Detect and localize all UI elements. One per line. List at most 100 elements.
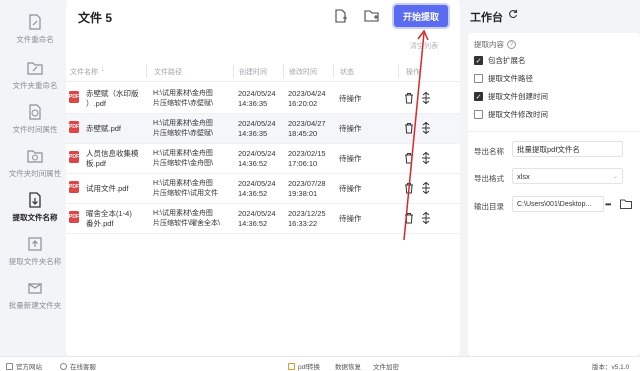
delete-icon[interactable]: [404, 122, 414, 134]
sidebar-item-extract-filename[interactable]: 提取文件名称: [0, 188, 70, 232]
drag-handle-icon[interactable]: [421, 212, 431, 224]
sidebar-item-file-time[interactable]: 文件时间属性: [0, 100, 70, 144]
checkbox-unchecked-icon[interactable]: [474, 110, 483, 119]
sidebar-item-label: 批量新建文件夹: [8, 301, 62, 310]
delete-icon[interactable]: [404, 212, 414, 224]
checkbox-checked-icon[interactable]: ✓: [474, 56, 483, 65]
pdf-convert-link[interactable]: pdf转换: [288, 361, 320, 371]
option-label: 提取文件路径: [488, 74, 533, 83]
sidebar-item-folder-time[interactable]: 文件夹时间属性: [0, 144, 70, 188]
export-name-label: 导出名称: [474, 147, 504, 156]
checkbox-unchecked-icon[interactable]: [474, 74, 483, 83]
option-label: 包含扩展名: [488, 56, 526, 65]
online-service-link[interactable]: 在线客服: [60, 361, 96, 371]
file-path-cell: H:\试用素材\金舟图 片压缩软件\试用文件: [153, 179, 233, 199]
refresh-icon[interactable]: [508, 9, 518, 19]
sort-arrow-icon[interactable]: ↓: [101, 66, 105, 73]
export-format-select[interactable]: xlsx ⌄: [512, 168, 623, 184]
drag-handle-icon[interactable]: [421, 152, 431, 164]
option-extract-path[interactable]: 提取文件路径: [474, 73, 533, 84]
add-file-button[interactable]: [332, 7, 350, 25]
table-row[interactable]: PDF 赤壁赋.pdf H:\试用素材\金舟图 片压缩软件\赤壁赋\ 2024/05/2…: [66, 114, 460, 144]
table-row[interactable]: PDF 曜舍全本(1-4) 番外.pdf H:\试用素材\金舟图 片压缩软件\曜舍全本\…: [66, 204, 460, 234]
file-name-line: 曜舍全本(1-4): [86, 209, 132, 218]
sidebar-item-extract-foldername[interactable]: 提取文件夹名称: [0, 232, 70, 276]
checkbox-checked-icon[interactable]: ✓: [474, 92, 483, 101]
option-label: 提取文件创建时间: [488, 92, 548, 101]
modified-time-cell: 2023/04/27 18:45:20: [288, 119, 333, 139]
column-header-path: 文件路径: [154, 69, 182, 76]
file-name-line: 板.pdf: [86, 159, 107, 168]
batch-new-folder-icon: [28, 282, 42, 294]
modified-time-line: 16:33:22: [288, 219, 318, 228]
status-cell: 待操作: [339, 214, 362, 223]
drag-handle-icon[interactable]: [421, 122, 431, 134]
data-recovery-link[interactable]: 数据恢复: [335, 361, 361, 371]
file-path-cell: H:\试用素材\金舟图 片压缩软件\曜舍全本\: [153, 209, 233, 229]
modified-time-line: 2023/04/24: [288, 89, 326, 98]
open-folder-icon[interactable]: [620, 199, 632, 209]
help-icon[interactable]: ?: [507, 40, 516, 49]
file-path-line: H:\试用素材\金舟图: [153, 90, 213, 97]
file-encrypt-link[interactable]: 文件加密: [373, 361, 399, 371]
file-name-line: 人员信息收集模: [86, 149, 139, 158]
delete-icon[interactable]: [404, 182, 414, 194]
created-time-line: 14:36:52: [238, 189, 268, 198]
delete-icon[interactable]: [404, 152, 414, 164]
file-path-line: 片压缩软件\曜舍全本\: [153, 220, 220, 227]
file-name-line: 试用文件.pdf: [86, 184, 129, 193]
drag-handle-icon[interactable]: [421, 182, 431, 194]
more-options-icon[interactable]: •••: [605, 196, 619, 212]
created-time-line: 14:36:52: [238, 159, 268, 168]
created-time-line: 14:36:35: [238, 99, 268, 108]
column-header-name[interactable]: 文件名称: [70, 67, 98, 77]
status-bar: 官方网站 在线客服 pdf转换 数据恢复 文件加密 版本：v5.1.0: [0, 356, 640, 371]
clear-list-link[interactable]: 清空列表: [410, 41, 438, 51]
headset-icon: [60, 362, 67, 370]
file-name-cell: 赤壁赋.pdf: [86, 124, 146, 134]
column-header-created: 创建时间: [239, 69, 267, 76]
option-extract-modified-time[interactable]: 提取文件修改时间: [474, 109, 548, 120]
file-name-line: ）.pdf: [86, 99, 107, 108]
drag-handle-icon[interactable]: [421, 92, 431, 104]
modified-time-line: 17:06:10: [288, 159, 318, 168]
created-time-cell: 2024/05/24 14:36:52: [238, 179, 283, 199]
option-extract-created-time[interactable]: ✓ 提取文件创建时间: [474, 91, 548, 102]
sidebar-item-label: 文件重命名: [16, 35, 54, 44]
created-time-line: 14:36:35: [238, 129, 268, 138]
option-label: 提取文件修改时间: [488, 110, 548, 119]
status-cell: 待操作: [339, 154, 362, 163]
sidebar-item-label: 文件夹时间属性: [8, 169, 62, 178]
file-list-panel: 文件 5 开始提取 清空列表 文件名称 ↓ 文件路径 创建时间 修改时间 状态 …: [66, 0, 460, 356]
chevron-down-icon: ⌄: [612, 174, 618, 180]
modified-time-line: 2023/12/25: [288, 209, 326, 218]
file-path-line: H:\试用素材\金舟图: [153, 180, 213, 187]
sidebar-item-label: 文件夹重命名: [12, 81, 58, 90]
created-time-line: 2024/05/24: [238, 119, 276, 128]
column-header-actions: 操作: [406, 69, 420, 76]
modified-time-line: 19:38:01: [288, 189, 318, 198]
column-header-status: 状态: [340, 69, 354, 76]
delete-icon[interactable]: [404, 92, 414, 104]
table-row[interactable]: PDF 人员信息收集模 板.pdf H:\试用素材\金舟图 片压缩软件\金舟图\ 2024…: [66, 144, 460, 174]
extract-filename-icon: [29, 192, 41, 208]
created-time-cell: 2024/05/24 14:36:35: [238, 119, 283, 139]
table-row[interactable]: PDF 赤壁赋（水印版 ）.pdf H:\试用素材\金舟图 片压缩软件\赤壁赋\ 2024…: [66, 84, 460, 114]
table-row[interactable]: PDF 试用文件.pdf H:\试用素材\金舟图 片压缩软件\试用文件 2024/05/…: [66, 174, 460, 204]
start-extract-button[interactable]: 开始提取: [394, 5, 448, 27]
file-path-cell: H:\试用素材\金舟图 片压缩软件\赤壁赋\: [153, 89, 233, 109]
export-name-input[interactable]: 批量提取pdf文件名: [512, 141, 623, 157]
option-include-extension[interactable]: ✓ 包含扩展名: [474, 55, 526, 66]
workbench-settings: 提取内容 ? ✓ 包含扩展名 提取文件路径 ✓ 提取文件创建时间 提取文件修改时…: [468, 33, 640, 356]
sidebar-item-folder-rename[interactable]: 文件夹重命名: [0, 56, 70, 100]
sidebar-item-file-rename[interactable]: 文件重命名: [0, 10, 70, 54]
sidebar-item-batch-new-folder[interactable]: 批量新建文件夹: [0, 276, 70, 320]
official-website-link[interactable]: 官方网站: [6, 361, 42, 371]
pdf-convert-icon: [288, 362, 295, 370]
sidebar-item-label: 提取文件夹名称: [8, 257, 62, 266]
modified-time-cell: 2023/12/25 16:33:22: [288, 209, 333, 229]
file-name-cell: 试用文件.pdf: [86, 184, 146, 194]
add-folder-button[interactable]: [363, 7, 381, 25]
file-path-line: 片压缩软件\赤壁赋\: [153, 100, 213, 107]
file-name-line: 赤壁赋.pdf: [86, 124, 122, 133]
